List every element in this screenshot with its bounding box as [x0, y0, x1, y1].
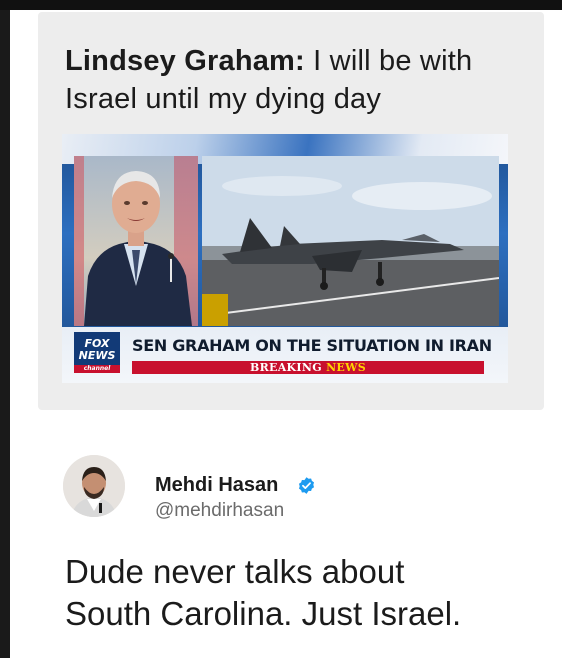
broadcast-screenshot[interactable]: FOX NEWS channel SEN GRAHAM ON THE SITUA…: [62, 134, 508, 383]
quoted-card[interactable]: Lindsey Graham: I will be with Israel un…: [38, 12, 544, 410]
chyron-text: SEN GRAHAM ON THE SITUATION IN IRAN: [132, 336, 492, 355]
top-bar: [0, 0, 562, 10]
breaking-news-bar: BREAKING NEWS: [132, 361, 484, 374]
senator-video-panel: [74, 156, 198, 326]
author-name[interactable]: Mehdi Hasan: [155, 473, 278, 497]
quote-headline: Lindsey Graham: I will be with Israel un…: [65, 42, 535, 118]
senator-figure: [84, 171, 192, 326]
author-handle[interactable]: @mehdirhasan: [155, 499, 284, 523]
news-label: NEWS: [326, 361, 366, 374]
tweet-line-1: Dude never talks about: [65, 553, 405, 590]
breaking-label: BREAKING: [250, 361, 322, 374]
tweet-text: Dude never talks about South Carolina. J…: [65, 551, 545, 635]
fox-news-logo: FOX NEWS channel: [74, 332, 120, 373]
headline-speaker: Lindsey Graham:: [65, 45, 305, 77]
avatar-photo: [63, 455, 125, 517]
tweet-line-2: South Carolina. Just Israel.: [65, 595, 462, 632]
avatar[interactable]: [63, 455, 125, 517]
logo-line-2: NEWS: [78, 349, 116, 362]
fighter-jet-video-panel: [202, 156, 499, 326]
verified-badge-icon: [298, 477, 315, 494]
logo-small-text: channel: [74, 365, 120, 373]
fighter-jet-image: [202, 156, 499, 326]
post: Lindsey Graham: I will be with Israel un…: [10, 10, 562, 658]
